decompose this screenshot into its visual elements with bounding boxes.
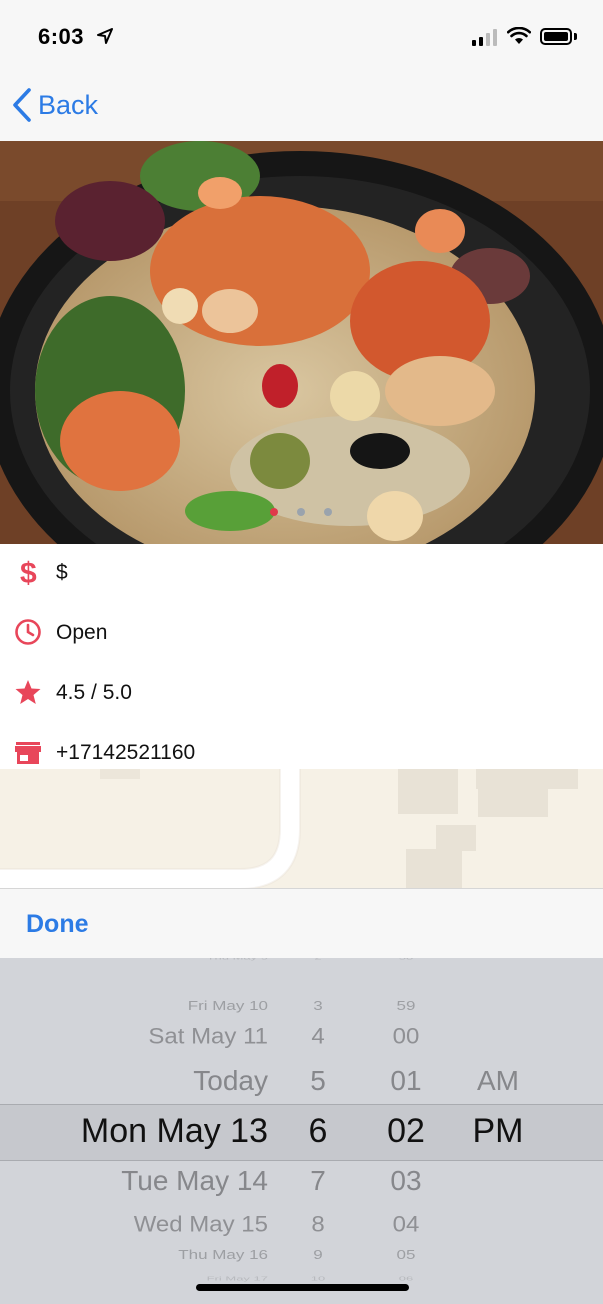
food-photo[interactable] xyxy=(0,141,603,544)
picker-minute-option[interactable]: 00 xyxy=(372,1024,440,1050)
page-dot[interactable] xyxy=(297,508,305,516)
picker-minute-option[interactable]: 59 xyxy=(372,999,440,1014)
picker-date-option[interactable]: Thu May 9 xyxy=(30,958,268,961)
picker-hour-option[interactable]: 9 xyxy=(292,1248,344,1263)
picker-minute-option[interactable]: 03 xyxy=(372,1165,440,1197)
chevron-left-icon xyxy=(13,88,31,122)
picker-hour-option[interactable]: 7 xyxy=(292,1165,344,1197)
picker-hour-option[interactable]: 3 xyxy=(292,999,344,1014)
picker-minute-option[interactable]: 58 xyxy=(372,958,440,961)
navigation-bar: Back xyxy=(0,60,603,141)
picker-minute-option[interactable]: 05 xyxy=(372,1248,440,1263)
phone-number[interactable]: +17142521160 xyxy=(56,741,195,765)
picker-hour-option[interactable]: 2 xyxy=(292,958,344,961)
map-tiles xyxy=(0,769,603,888)
wifi-icon xyxy=(507,27,531,44)
status-bar: 6:03 xyxy=(0,0,603,60)
photo-page-indicator[interactable] xyxy=(270,508,332,516)
store-icon xyxy=(15,742,41,764)
picker-minute-option[interactable]: 06 xyxy=(372,1275,440,1282)
status-time: 6:03 xyxy=(38,24,85,49)
rating-value: 4.5 / 5.0 xyxy=(56,681,132,704)
picker-date-option[interactable]: Wed May 15 xyxy=(30,1212,268,1238)
dollar-icon: $ xyxy=(20,558,37,586)
picker-selected-minute[interactable]: 02 xyxy=(372,1112,440,1151)
clock-icon xyxy=(15,619,41,645)
picker-ampm-option[interactable]: AM xyxy=(460,1065,536,1097)
home-indicator[interactable] xyxy=(196,1284,409,1291)
picker-date-option[interactable]: Tue May 14 xyxy=(30,1165,268,1197)
picker-date-option[interactable]: Fri May 17 xyxy=(30,1275,268,1282)
back-button[interactable]: Back xyxy=(12,88,98,122)
picker-minute-option[interactable]: 04 xyxy=(372,1212,440,1238)
page-dot[interactable] xyxy=(324,508,332,516)
done-button[interactable]: Done xyxy=(26,910,89,939)
star-icon xyxy=(15,680,41,704)
hours-row: Open xyxy=(0,604,603,664)
picker-hour-option[interactable]: 8 xyxy=(292,1212,344,1238)
picker-toolbar: Done xyxy=(0,888,603,958)
signal-icon xyxy=(472,28,497,46)
date-time-picker[interactable]: Thu May 9258Fri May 10359Sat May 11400To… xyxy=(0,958,603,1304)
picker-hour-option[interactable]: 5 xyxy=(292,1065,344,1097)
picker-minute-option[interactable]: 01 xyxy=(372,1065,440,1097)
price-row: $ $ xyxy=(0,544,603,604)
picker-selected-ampm[interactable]: PM xyxy=(460,1112,536,1151)
location-arrow-icon xyxy=(97,28,113,44)
picker-date-option[interactable]: Today xyxy=(30,1065,268,1097)
food-photo-image xyxy=(0,141,603,544)
picker-date-option[interactable]: Fri May 10 xyxy=(30,999,268,1014)
battery-icon xyxy=(540,28,572,45)
rating-row: 4.5 / 5.0 xyxy=(0,664,603,724)
picker-hour-option[interactable]: 4 xyxy=(292,1024,344,1050)
picker-selected-date[interactable]: Mon May 13 xyxy=(30,1112,268,1151)
location-map[interactable] xyxy=(0,769,603,888)
picker-date-option[interactable]: Thu May 16 xyxy=(30,1248,268,1263)
page-dot-active[interactable] xyxy=(270,508,278,516)
svg-text:$: $ xyxy=(20,558,37,586)
open-status: Open xyxy=(56,621,108,644)
price-level: $ xyxy=(56,561,68,584)
back-label: Back xyxy=(38,89,99,120)
picker-hour-option[interactable]: 10 xyxy=(292,1275,344,1282)
picker-date-option[interactable]: Sat May 11 xyxy=(30,1024,268,1050)
picker-selected-hour[interactable]: 6 xyxy=(292,1112,344,1151)
